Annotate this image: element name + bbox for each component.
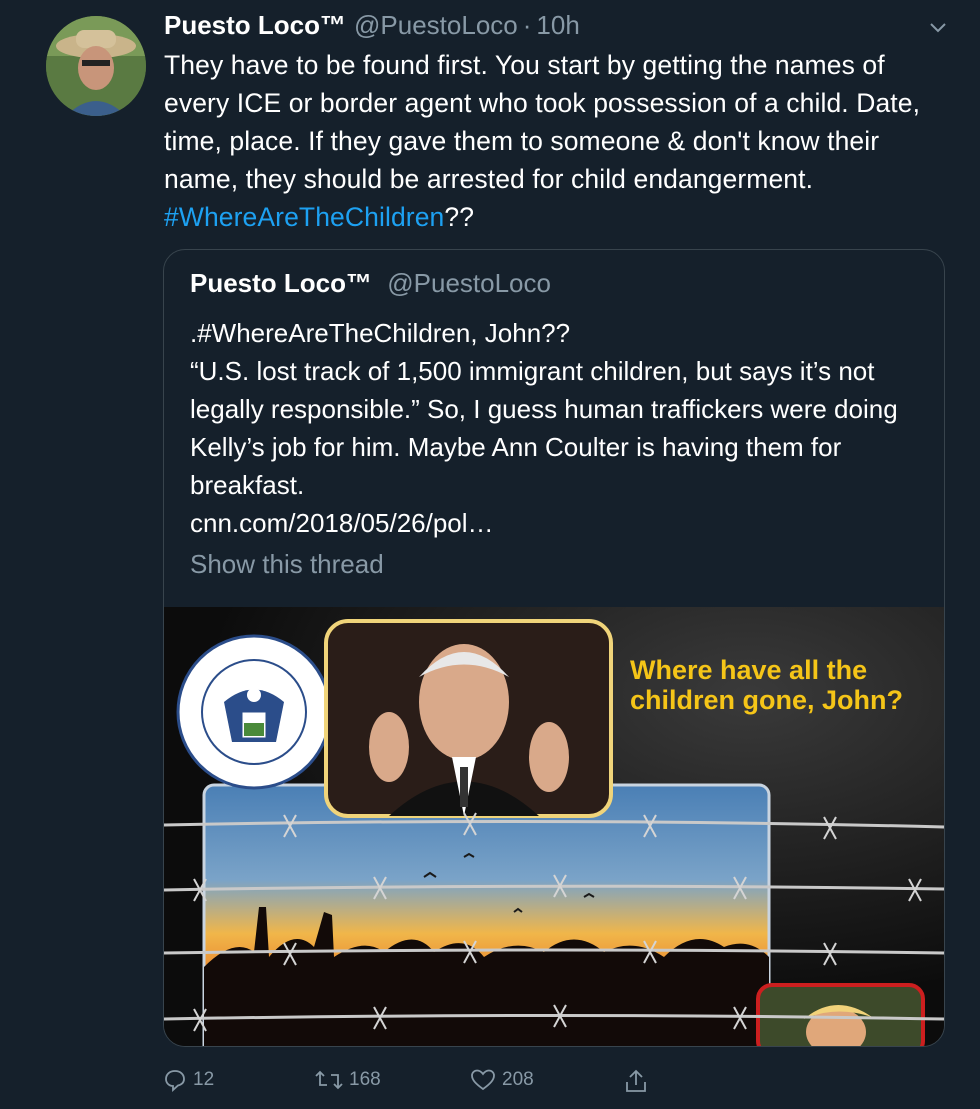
show-thread-link[interactable]: Show this thread [190, 549, 384, 580]
retweet-icon [315, 1068, 343, 1092]
quoted-author-handle: @PuestoLoco [387, 268, 551, 298]
quoted-line-hashtag: .#WhereAreTheChildren, John?? [190, 318, 571, 348]
reply-button[interactable]: 12 [163, 1068, 214, 1092]
tweet-actions: 12 168 208 [163, 1068, 683, 1100]
hashtag-link[interactable]: #WhereAreTheChildren [164, 202, 444, 232]
tweet-header: Puesto Loco™ @PuestoLoco · 10h [164, 10, 580, 46]
reply-count: 12 [193, 1069, 215, 1090]
quoted-tweet-text: .#WhereAreTheChildren, John?? “U.S. lost… [190, 314, 910, 542]
quoted-line-link: cnn.com/2018/05/26/pol… [190, 508, 494, 538]
tweet-text-end: ?? [444, 202, 475, 232]
quoted-line-body: “U.S. lost track of 1,500 immigrant chil… [190, 356, 898, 500]
chevron-down-icon[interactable] [928, 18, 948, 38]
quoted-tweet-image[interactable]: Where have all the children gone, John? [164, 607, 944, 1046]
share-button[interactable] [624, 1068, 648, 1094]
timestamp[interactable]: 10h [536, 10, 579, 41]
retweet-count: 168 [349, 1069, 381, 1090]
quoted-tweet-header: Puesto Loco™ @PuestoLoco [190, 268, 551, 299]
avatar[interactable] [46, 16, 146, 116]
author-handle[interactable]: @PuestoLoco [354, 10, 518, 41]
quoted-tweet[interactable]: Puesto Loco™ @PuestoLoco .#WhereAreTheCh… [163, 249, 945, 1047]
dhs-seal [176, 634, 332, 790]
tweet-text-main: They have to be found first. You start b… [164, 50, 921, 194]
tweet[interactable]: Puesto Loco™ @PuestoLoco · 10h They have… [0, 0, 980, 1109]
image-headline-line2: children gone, John? [630, 685, 903, 715]
tweet-text: They have to be found first. You start b… [164, 46, 954, 236]
share-icon [624, 1068, 648, 1094]
image-headline-line1: Where have all the [630, 655, 867, 685]
like-button[interactable]: 208 [470, 1068, 534, 1092]
retweet-button[interactable]: 168 [315, 1068, 381, 1092]
author-name[interactable]: Puesto Loco™ [164, 10, 346, 41]
reply-icon [163, 1068, 187, 1092]
quoted-author-name: Puesto Loco™ [190, 268, 373, 298]
like-count: 208 [502, 1069, 534, 1090]
heart-icon [470, 1068, 496, 1092]
separator: · [522, 10, 532, 40]
